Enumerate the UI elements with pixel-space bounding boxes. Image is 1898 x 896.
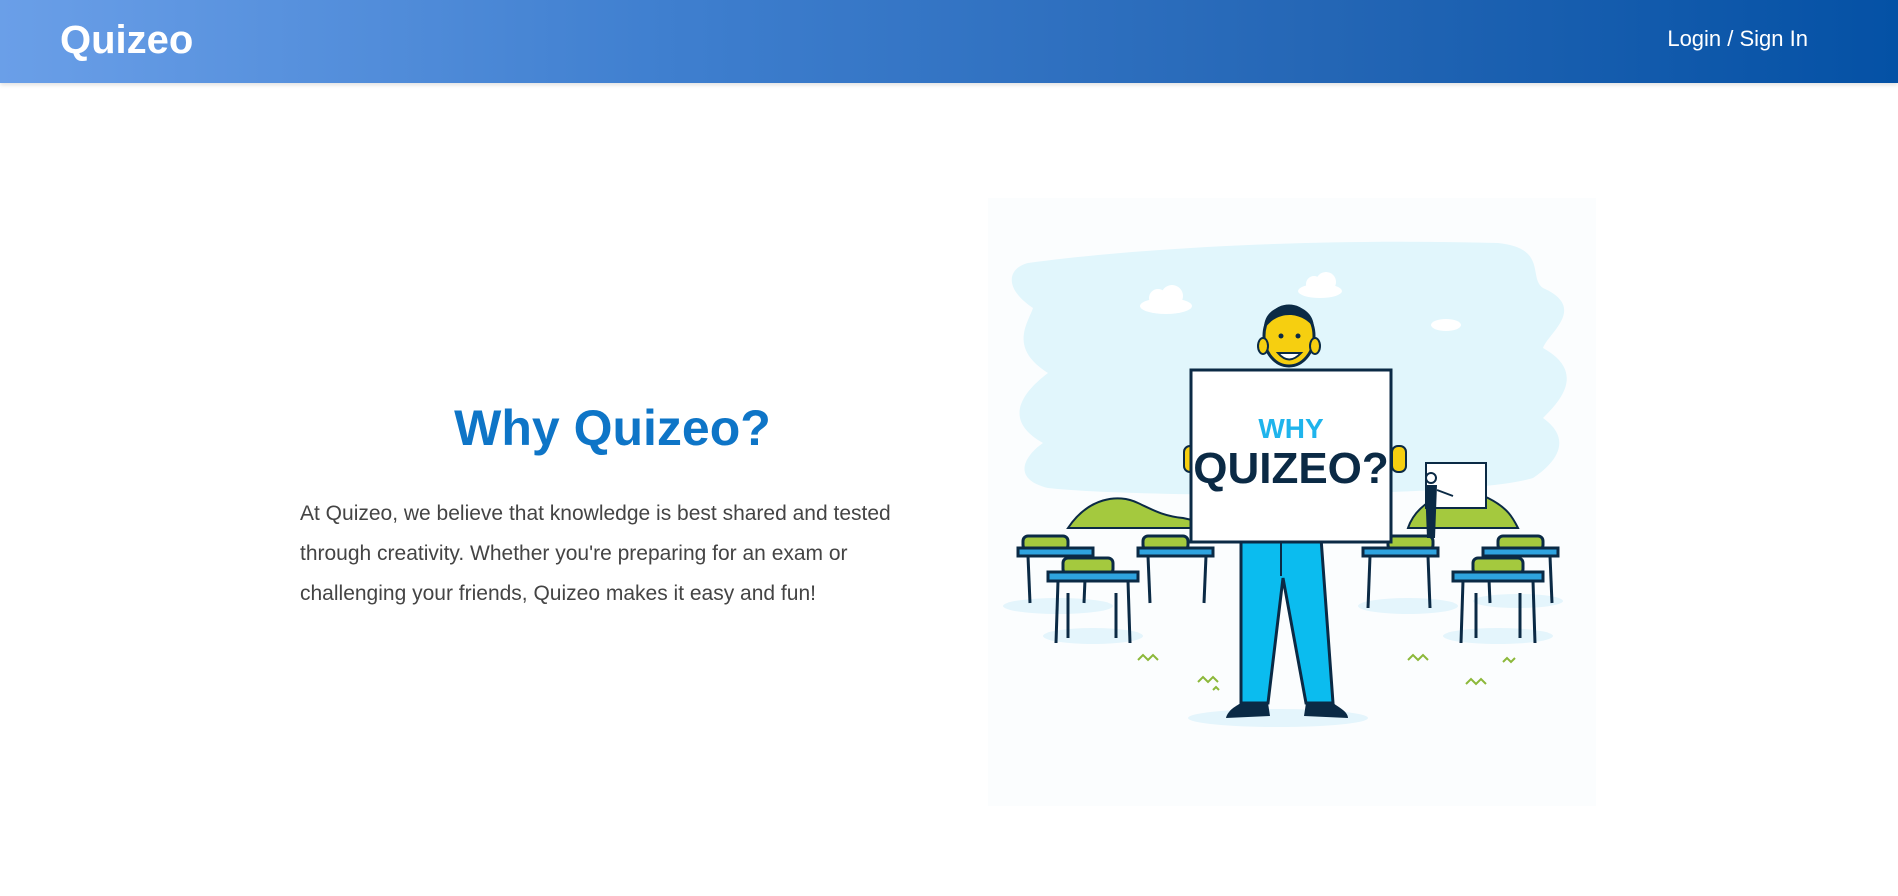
- brand-logo[interactable]: Quizeo: [60, 16, 193, 64]
- why-quizeo-illustration: WHY QUIZEO?: [988, 198, 1596, 806]
- sign-why-text: WHY: [1258, 413, 1324, 444]
- login-signin-link[interactable]: Login / Sign In: [1667, 25, 1808, 53]
- page-title: Why Quizeo?: [454, 400, 771, 456]
- intro-description: At Quizeo, we believe that knowledge is …: [300, 502, 891, 605]
- sign-quizeo-text: QUIZEO?: [1193, 444, 1389, 493]
- navbar: Quizeo Login / Sign In: [0, 0, 1898, 83]
